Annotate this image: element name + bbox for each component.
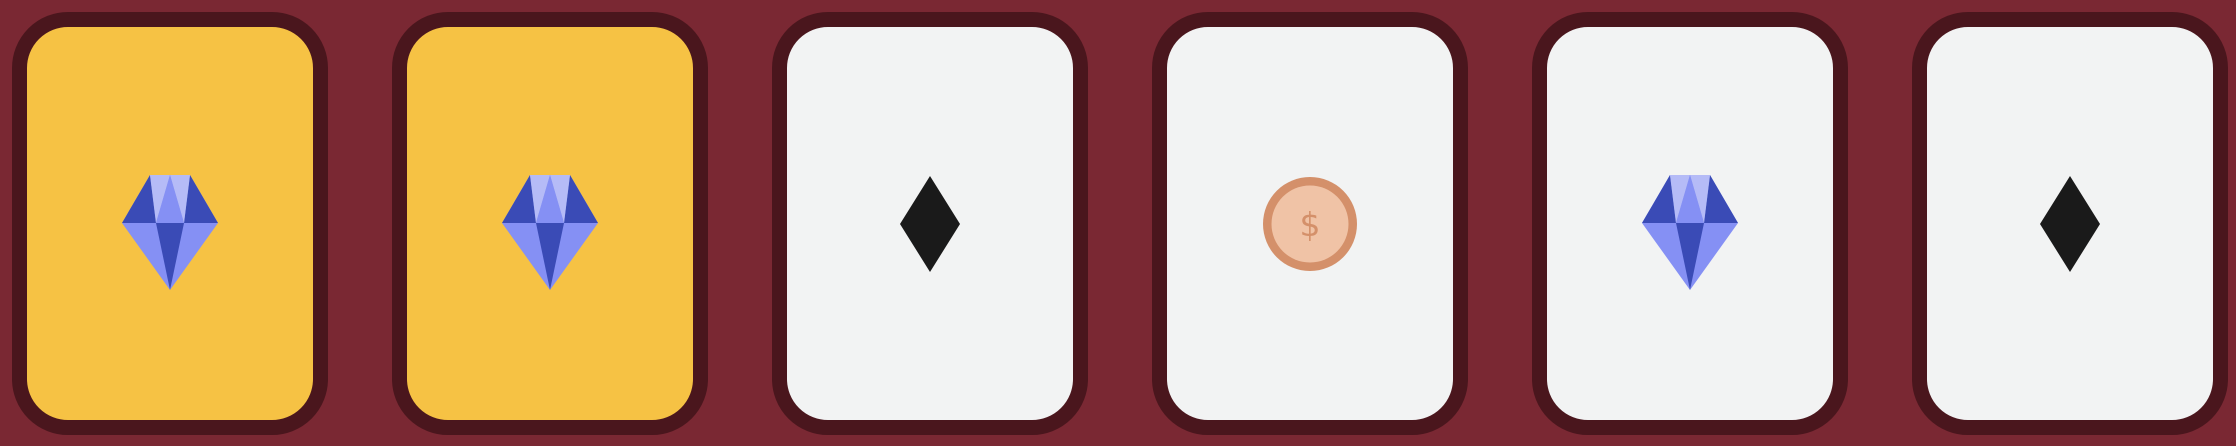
- coin-icon: $: [1167, 27, 1453, 420]
- card-4[interactable]: $: [1152, 12, 1468, 435]
- diamond-suit-icon: [1927, 27, 2213, 420]
- gem-icon: [1547, 27, 1833, 420]
- card-2[interactable]: [392, 12, 708, 435]
- card-row: $: [0, 0, 2236, 446]
- diamond-suit-icon: [787, 27, 1073, 420]
- gem-icon: [407, 27, 693, 420]
- gem-icon: [27, 27, 313, 420]
- coin-glyph: $: [1300, 205, 1321, 244]
- card-5[interactable]: [1532, 12, 1848, 435]
- card-1[interactable]: [12, 12, 328, 435]
- card-6[interactable]: [1912, 12, 2228, 435]
- card-3[interactable]: [772, 12, 1088, 435]
